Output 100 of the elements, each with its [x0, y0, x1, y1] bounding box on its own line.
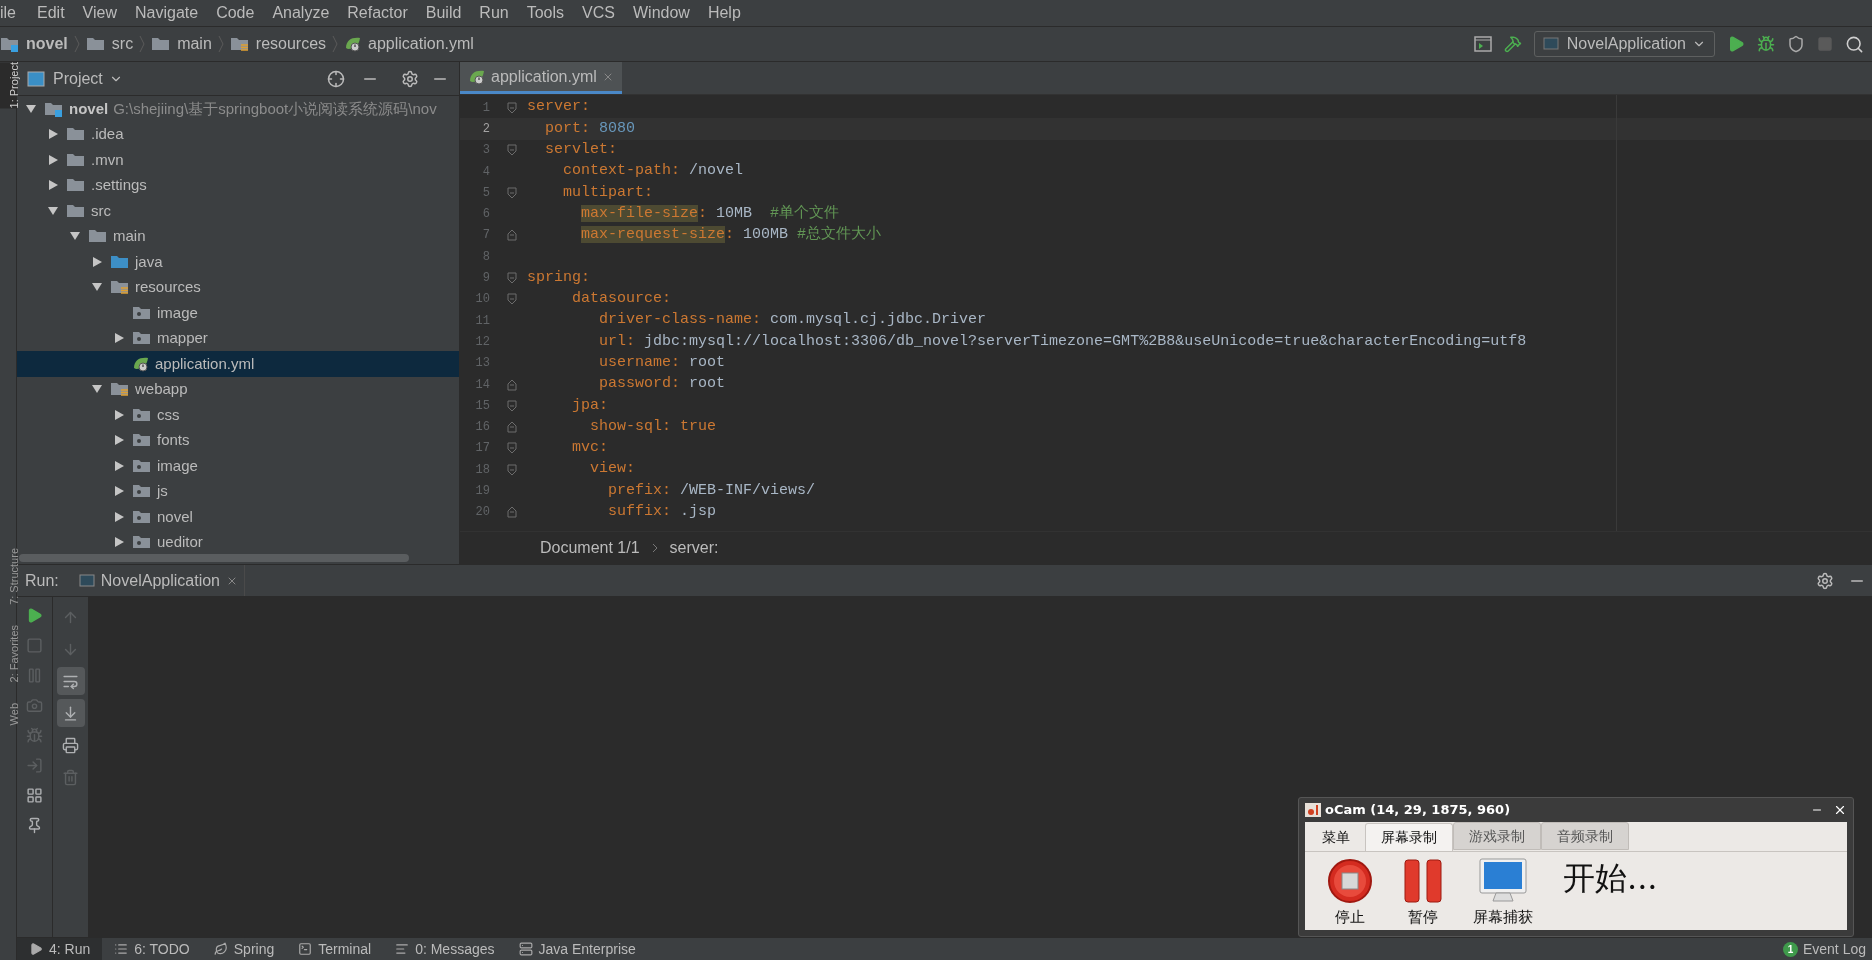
expand-arrow-icon[interactable]: [113, 485, 125, 498]
tree-item[interactable]: .idea: [17, 121, 459, 147]
menu-item[interactable]: Help: [698, 1, 750, 25]
fold-marker-icon[interactable]: [507, 229, 517, 242]
expand-arrow-icon[interactable]: [47, 128, 59, 141]
fold-marker-icon[interactable]: [507, 101, 517, 114]
run-config-dropdown[interactable]: NovelApplication: [1533, 31, 1715, 57]
menu-item[interactable]: Navigate: [126, 1, 208, 25]
recorder-tab[interactable]: 屏幕录制: [1365, 823, 1453, 851]
fold-marker-icon[interactable]: [507, 378, 517, 391]
collapse-arrow-icon[interactable]: [47, 204, 59, 217]
menu-item[interactable]: View: [73, 1, 126, 25]
menu-item[interactable]: Code: [207, 1, 264, 25]
recorder-button[interactable]: 暂停: [1403, 858, 1443, 929]
menu-item[interactable]: Analyze: [263, 1, 339, 25]
console-icon[interactable]: [1473, 36, 1492, 52]
fold-marker-icon[interactable]: [507, 272, 517, 284]
tool-window-tab[interactable]: Terminal: [286, 938, 384, 960]
tree-item[interactable]: image: [17, 300, 459, 326]
expand-arrow-icon[interactable]: [113, 536, 125, 549]
expand-arrow-icon[interactable]: [91, 255, 103, 268]
recorder-tab[interactable]: 游戏录制: [1453, 822, 1541, 850]
tree-item-label: fonts: [157, 430, 190, 450]
tool-window-tab[interactable]: 0: Messages: [383, 938, 507, 960]
collapse-arrow-icon[interactable]: [25, 102, 37, 115]
code-line: jpa:: [571, 395, 609, 416]
recorder-tab[interactable]: 音频录制: [1541, 822, 1629, 850]
fold-marker-icon[interactable]: [507, 144, 517, 157]
menu-item[interactable]: Window: [624, 1, 699, 25]
menu-item[interactable]: Edit: [28, 1, 74, 25]
tree-item[interactable]: resources: [17, 274, 459, 300]
fold-marker-icon[interactable]: [507, 506, 517, 519]
menu-item[interactable]: ile: [0, 1, 28, 25]
tree-item[interactable]: java: [17, 249, 459, 275]
breadcrumb-item[interactable]: resources: [255, 32, 327, 56]
tree-item[interactable]: js: [17, 478, 459, 504]
tool-window-tab[interactable]: Spring: [201, 938, 287, 960]
side-tool-tab[interactable]: Web: [0, 702, 16, 726]
tree-item[interactable]: src: [17, 198, 459, 224]
expand-arrow-icon[interactable]: [113, 434, 125, 447]
expand-arrow-icon[interactable]: [113, 459, 125, 472]
tool-window-tab[interactable]: Java Enterprise: [506, 938, 648, 960]
tree-item[interactable]: fonts: [17, 427, 459, 453]
settings-icon[interactable]: [401, 69, 419, 88]
horizontal-scrollbar[interactable]: [19, 554, 409, 562]
pin-icon[interactable]: [26, 817, 43, 834]
close-icon[interactable]: [1833, 803, 1847, 817]
event-log-button[interactable]: 1 Event Log: [1782, 938, 1872, 960]
fold-marker-icon[interactable]: [507, 463, 517, 476]
breadcrumb-item[interactable]: src: [111, 32, 134, 56]
expand-arrow-icon[interactable]: [113, 408, 125, 421]
breadcrumb-document[interactable]: Document 1/1: [540, 536, 640, 560]
menu-item[interactable]: VCS: [573, 1, 624, 25]
fold-marker-icon[interactable]: [507, 399, 517, 412]
editor-tab[interactable]: application.yml: [460, 62, 622, 94]
fold-marker-icon[interactable]: [507, 421, 517, 434]
tree-item[interactable]: application.yml: [17, 351, 459, 377]
menu-item[interactable]: Run: [470, 1, 518, 25]
tool-window-tab[interactable]: 6: TODO: [102, 938, 202, 960]
project-view-dropdown[interactable]: Project: [53, 66, 123, 91]
tree-item[interactable]: novel G:\shejiing\基于springboot小说阅读系统源码\nov: [17, 96, 459, 122]
expand-arrow-icon[interactable]: [113, 332, 125, 345]
breadcrumb-node[interactable]: server:: [669, 536, 719, 560]
tool-window-tab[interactable]: 4: Run: [17, 938, 103, 960]
tree-item[interactable]: ueditor: [17, 529, 459, 554]
debug-icon[interactable]: [1757, 35, 1775, 53]
tree-item[interactable]: .mvn: [17, 147, 459, 173]
breadcrumb-item[interactable]: novel: [26, 32, 68, 56]
tree-item[interactable]: css: [17, 402, 459, 428]
menu-item[interactable]: Build: [416, 1, 471, 25]
soft-wrap-icon[interactable]: [56, 667, 85, 695]
hammer-icon[interactable]: [1503, 35, 1522, 53]
menu-item[interactable]: Refactor: [338, 1, 417, 25]
side-tool-tab[interactable]: 2: Favorites: [0, 625, 16, 683]
breadcrumb-item[interactable]: main: [177, 32, 212, 56]
recorder-button[interactable]: 屏幕捕获: [1473, 858, 1533, 929]
tree-item[interactable]: main: [17, 223, 459, 249]
tree-item[interactable]: .settings: [17, 172, 459, 198]
locate-icon[interactable]: [327, 69, 345, 88]
tree-item[interactable]: webapp: [17, 376, 459, 402]
expand-arrow-icon[interactable]: [47, 179, 59, 192]
breadcrumb-item[interactable]: application.yml: [368, 32, 474, 56]
fold-marker-icon[interactable]: [507, 442, 517, 455]
tree-item[interactable]: mapper: [17, 325, 459, 351]
expand-arrow-icon[interactable]: [47, 153, 59, 166]
fold-marker-icon[interactable]: [507, 293, 517, 306]
tree-item[interactable]: image: [17, 453, 459, 479]
settings-icon[interactable]: [1816, 571, 1834, 590]
scroll-to-end-icon[interactable]: [56, 699, 85, 727]
layout-icon[interactable]: [26, 787, 43, 804]
side-tool-tab[interactable]: 7: Structure: [0, 548, 16, 606]
search-icon[interactable]: [1845, 34, 1864, 54]
recorder-button[interactable]: 停止: [1327, 858, 1373, 929]
run-icon[interactable]: [1727, 35, 1745, 53]
fold-marker-icon[interactable]: [507, 186, 517, 199]
tree-item[interactable]: novel: [17, 504, 459, 530]
recorder-tab[interactable]: 菜单: [1307, 823, 1365, 851]
rerun-icon[interactable]: [26, 607, 43, 624]
expand-arrow-icon[interactable]: [113, 510, 125, 523]
menu-item[interactable]: Tools: [517, 1, 574, 25]
